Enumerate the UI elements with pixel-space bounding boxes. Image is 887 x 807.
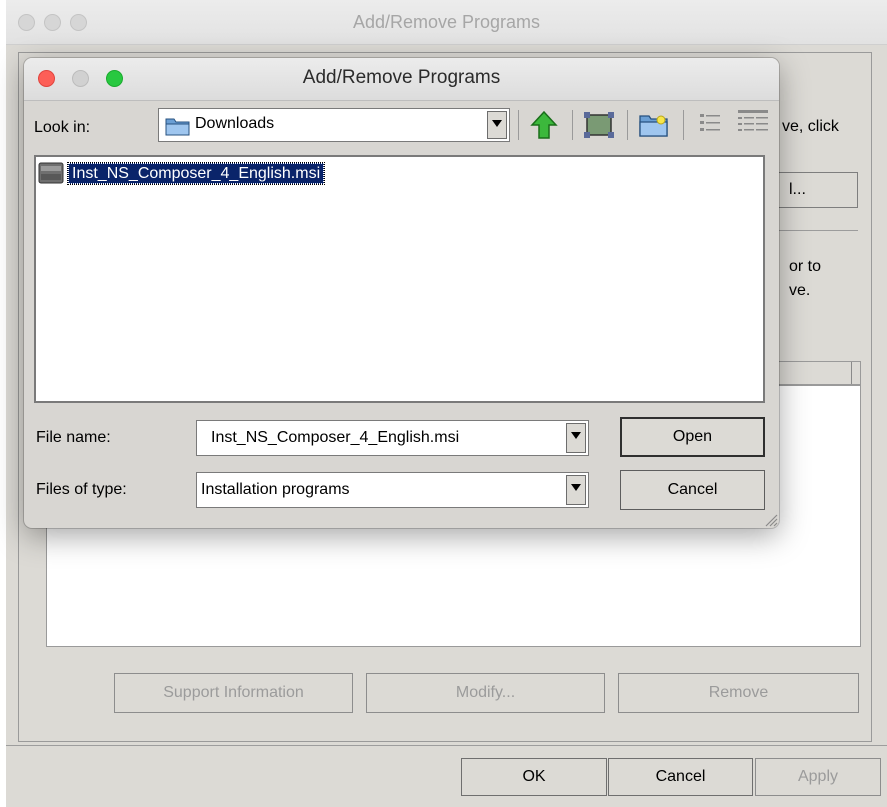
file-name-dropdown-arrow[interactable] <box>566 423 586 453</box>
toolbar-separator <box>627 110 628 140</box>
look-in-dropdown-arrow[interactable] <box>487 111 507 139</box>
dialog-cancel-button[interactable]: Cancel <box>620 470 765 510</box>
file-type-select[interactable]: Installation programs <box>196 472 589 508</box>
look-in-value: Downloads <box>195 115 275 132</box>
look-in-select[interactable]: Downloads <box>158 108 510 142</box>
bg-separator <box>768 230 858 231</box>
file-type-label: Files of type: <box>36 481 127 498</box>
bg-add-button: l... <box>766 172 858 208</box>
open-file-dialog: Add/Remove Programs Look in: Downloads I… <box>24 58 779 528</box>
file-name-value: Inst_NS_Composer_4_English.msi <box>211 429 460 446</box>
look-in-label: Look in: <box>34 119 91 136</box>
open-button[interactable]: Open <box>620 417 765 457</box>
bg-footer-separator <box>6 745 887 746</box>
cancel-button[interactable]: Cancel <box>608 758 753 796</box>
bg-add-button-label: l... <box>789 181 806 198</box>
list-view-icon[interactable] <box>698 110 722 138</box>
toolbar-separator <box>683 110 684 140</box>
background-titlebar: Add/Remove Programs <box>6 0 887 45</box>
ok-button[interactable]: OK <box>461 758 607 796</box>
file-type-value: Installation programs <box>201 481 350 498</box>
file-name-label: File name: <box>36 429 111 446</box>
msi-file-icon <box>38 162 64 184</box>
network-icon[interactable] <box>583 110 615 140</box>
bg-instruction-text-3: ve. <box>789 282 811 299</box>
details-view-icon[interactable] <box>736 108 770 138</box>
bg-instruction-text-1: ve, click <box>782 118 839 135</box>
support-information-button: Support Information <box>114 673 353 713</box>
file-name-label: Inst_NS_Composer_4_English.msi <box>66 162 326 185</box>
bg-instruction-text-2: or to <box>789 258 822 275</box>
resize-grip-icon[interactable] <box>764 513 778 527</box>
dialog-titlebar[interactable]: Add/Remove Programs <box>24 58 779 101</box>
remove-button: Remove <box>618 673 859 713</box>
file-name-input[interactable]: Inst_NS_Composer_4_English.msi <box>196 420 589 456</box>
up-folder-icon[interactable] <box>530 110 558 140</box>
file-type-dropdown-arrow[interactable] <box>566 475 586 505</box>
apply-button: Apply <box>755 758 881 796</box>
modify-button: Modify... <box>366 673 605 713</box>
dialog-title: Add/Remove Programs <box>302 67 501 88</box>
toolbar-separator <box>518 110 519 140</box>
toolbar-separator <box>572 110 573 140</box>
new-folder-icon[interactable] <box>639 112 669 138</box>
background-window-title: Add/Remove Programs <box>352 12 541 32</box>
folder-icon <box>165 118 190 136</box>
file-list[interactable]: Inst_NS_Composer_4_English.msi <box>34 155 765 403</box>
